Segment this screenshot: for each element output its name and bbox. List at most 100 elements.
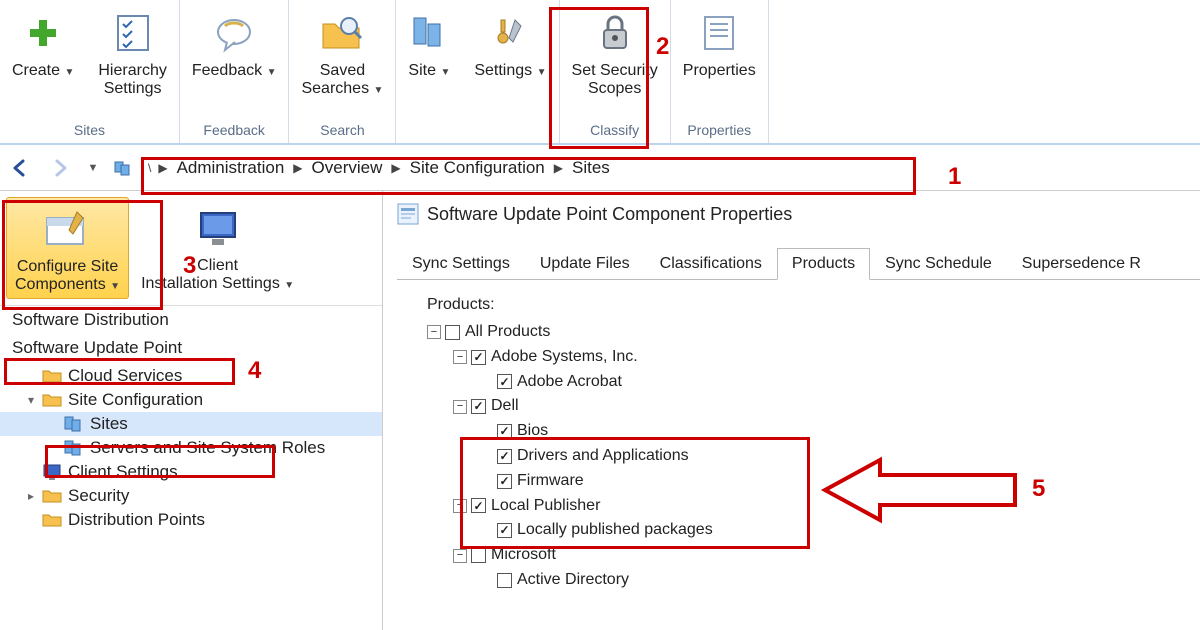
annotation-arrow-5: [820, 455, 1020, 525]
tree-client-settings[interactable]: Client Settings: [0, 460, 382, 484]
servers-icon: [62, 415, 86, 433]
dialog-tabs: Sync SettingsUpdate FilesClassifications…: [397, 247, 1200, 280]
left-pane-toolbar: Configure SiteComponents ▼ClientInstalla…: [0, 191, 382, 305]
product-checkbox[interactable]: [445, 325, 460, 340]
ribbon-button-label: SavedSearches ▼: [301, 62, 383, 99]
product-node: Active Directory: [427, 568, 1190, 593]
product-label: Adobe Acrobat: [517, 370, 622, 395]
ribbon-button-label: Set SecurityScopes: [572, 62, 658, 99]
chevron-right-icon: ▶: [155, 161, 170, 175]
create-button[interactable]: Create ▼: [0, 0, 86, 119]
nav-forward-button[interactable]: [43, 151, 77, 185]
folder-icon: [40, 512, 64, 528]
tree-toggle-icon: [479, 524, 493, 538]
product-node: Locally published packages: [427, 518, 1190, 543]
tree-servers-roles[interactable]: Servers and Site System Roles: [0, 436, 382, 460]
tree-item-label: Security: [68, 486, 129, 506]
tree-cloud-services[interactable]: Cloud Services: [0, 364, 382, 388]
servers-icon: [62, 439, 86, 457]
tab-products[interactable]: Products: [777, 248, 870, 280]
product-checkbox[interactable]: [471, 399, 486, 414]
tree-item-label: Sites: [90, 414, 128, 434]
dialog-title: Software Update Point Component Properti…: [397, 203, 1200, 239]
checklist-icon: [112, 4, 154, 62]
ribbon-group: Properties Properties: [671, 0, 769, 143]
monitor-icon: [195, 201, 241, 257]
ribbon-group-label: Properties: [687, 119, 751, 143]
tree-toggle-icon[interactable]: −: [427, 325, 441, 339]
breadcrumb: \ ▶ Administration▶Overview▶Site Configu…: [106, 151, 1200, 185]
product-node: −Microsoft: [427, 543, 1190, 568]
product-checkbox[interactable]: [497, 523, 512, 538]
site-components-menu: Software DistributionSoftware Update Poi…: [0, 305, 382, 362]
set-security-scopes-button[interactable]: Set SecurityScopes: [560, 0, 670, 119]
product-checkbox[interactable]: [497, 374, 512, 389]
ribbon-group: SavedSearches ▼Search: [289, 0, 396, 143]
configure-site-components-button[interactable]: Configure SiteComponents ▼: [6, 197, 129, 299]
tab-sync-schedule[interactable]: Sync Schedule: [870, 248, 1007, 280]
tab-classifications[interactable]: Classifications: [645, 248, 777, 280]
product-node: − Dell: [427, 394, 1190, 419]
chevron-down-icon: ▼: [64, 67, 74, 78]
tree-toggle-icon[interactable]: −: [453, 350, 467, 364]
product-node: Drivers and Applications: [427, 444, 1190, 469]
tree-item-label: Site Configuration: [68, 390, 203, 410]
ribbon-button-label: Properties: [683, 62, 756, 80]
folder-search-icon: [319, 4, 365, 62]
client-installation-settings-button[interactable]: ClientInstallation Settings ▼: [133, 197, 302, 299]
product-checkbox[interactable]: [497, 449, 512, 464]
tree-sites[interactable]: Sites: [0, 412, 382, 436]
properties-button[interactable]: Properties: [671, 0, 768, 119]
nav-back-button[interactable]: [3, 151, 37, 185]
main-area: Configure SiteComponents ▼ClientInstalla…: [0, 191, 1200, 630]
product-checkbox[interactable]: [497, 573, 512, 588]
product-label: Bios: [517, 419, 548, 444]
breadcrumb-item[interactable]: Administration: [171, 158, 291, 178]
chevron-right-icon: ▶: [290, 161, 305, 175]
saved-searches-button[interactable]: SavedSearches ▼: [289, 0, 395, 119]
product-checkbox[interactable]: [471, 498, 486, 513]
ribbon-group-label: Sites: [74, 119, 105, 143]
tree-security[interactable]: ▸Security: [0, 484, 382, 508]
chevron-down-icon: ▼: [537, 67, 547, 78]
monitor-icon: [40, 463, 64, 481]
product-node: Firmware: [427, 469, 1190, 494]
tree-distribution-points[interactable]: Distribution Points: [0, 508, 382, 532]
tree-toggle-icon: [479, 474, 493, 488]
product-checkbox[interactable]: [497, 424, 512, 439]
right-pane: Software Update Point Component Properti…: [383, 191, 1200, 630]
tree-toggle-icon[interactable]: −: [453, 400, 467, 414]
feedback-button[interactable]: Feedback ▼: [180, 0, 289, 119]
ribbon-group: Feedback ▼Feedback: [180, 0, 290, 143]
tab-supersedence-r[interactable]: Supersedence R: [1007, 248, 1156, 280]
menu-software-distribution[interactable]: Software Distribution: [0, 306, 382, 334]
tab-update-files[interactable]: Update Files: [525, 248, 645, 280]
breadcrumb-item[interactable]: Site Configuration: [404, 158, 551, 178]
chevron-down-icon: ▼: [374, 85, 384, 96]
settings-button[interactable]: Settings ▼: [462, 0, 558, 135]
product-checkbox[interactable]: [471, 548, 486, 563]
nav-history-dropdown[interactable]: ▼: [83, 151, 103, 185]
tree-site-configuration[interactable]: ▾Site Configuration: [0, 388, 382, 412]
product-checkbox[interactable]: [471, 350, 486, 365]
product-label: Drivers and Applications: [517, 444, 689, 469]
product-label: Dell: [491, 394, 519, 419]
product-checkbox[interactable]: [497, 474, 512, 489]
tree-toggle-icon[interactable]: −: [453, 549, 467, 563]
products-tree: −All Products−Adobe Systems, Inc.Adobe A…: [427, 320, 1190, 593]
tools-icon: [491, 4, 529, 62]
tab-sync-settings[interactable]: Sync Settings: [397, 248, 525, 280]
tree-toggle-icon: [479, 573, 493, 587]
tree-toggle-icon[interactable]: −: [453, 499, 467, 513]
hierarchy-settings-button[interactable]: HierarchySettings: [86, 0, 178, 119]
menu-software-update-point[interactable]: Software Update Point: [0, 334, 382, 362]
product-label: Local Publisher: [491, 494, 600, 519]
breadcrumb-item[interactable]: Sites: [566, 158, 616, 178]
product-node: Bios: [427, 419, 1190, 444]
chevron-down-icon: ▼: [110, 281, 120, 292]
breadcrumb-item[interactable]: Overview: [306, 158, 389, 178]
site-button[interactable]: Site ▼: [396, 0, 462, 135]
ribbon-button-label: Create ▼: [12, 62, 74, 80]
product-node: −All Products: [427, 320, 1190, 345]
folder-icon: [40, 488, 64, 504]
